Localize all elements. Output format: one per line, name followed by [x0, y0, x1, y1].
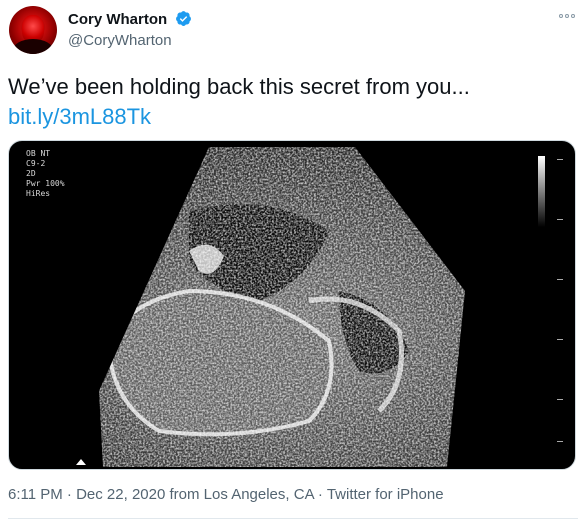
tweet-source[interactable]: Twitter for iPhone — [327, 486, 444, 503]
overlay-line: C9-2 — [26, 159, 46, 168]
ultrasound-overlay-text: OB NT C9-2 2D Pwr 100% HiRes — [26, 149, 65, 199]
avatar-body — [13, 39, 53, 54]
overlay-line: HiRes — [26, 189, 51, 198]
tweet-time[interactable]: 6:11 PM — [8, 486, 63, 503]
more-dot — [571, 14, 575, 18]
more-dot — [559, 14, 563, 18]
depth-tick — [557, 441, 563, 442]
tweet-location[interactable]: from Los Angeles, CA — [170, 486, 314, 503]
overlay-line: OB NT — [26, 149, 51, 158]
tweet-text: We’ve been holding back this secret from… — [8, 74, 470, 99]
overlay-line: 2D — [26, 169, 36, 178]
grayscale-bar — [538, 156, 545, 227]
focus-marker-icon — [76, 459, 86, 465]
author-name[interactable]: Cory Wharton — [68, 11, 167, 28]
depth-tick — [557, 279, 563, 280]
verified-badge-icon — [176, 11, 191, 26]
tweet-date[interactable]: Dec 22, 2020 — [76, 486, 165, 503]
overlay-line: Pwr 100% — [26, 179, 65, 188]
tweet-media-ultrasound[interactable]: OB NT C9-2 2D Pwr 100% HiRes — [8, 140, 576, 470]
avatar[interactable] — [9, 6, 57, 54]
depth-tick — [557, 219, 563, 220]
tweet-meta: 6:11 PM · Dec 22, 2020 from Los Angeles,… — [8, 486, 444, 503]
ultrasound-image — [99, 147, 465, 467]
depth-tick — [557, 399, 563, 400]
meta-separator: · — [66, 486, 72, 503]
depth-tick — [557, 339, 563, 340]
meta-separator: · — [317, 486, 323, 503]
more-dot — [565, 14, 569, 18]
tweet-link[interactable]: bit.ly/3mL88Tk — [8, 102, 151, 132]
divider — [8, 518, 578, 519]
more-options-icon[interactable] — [556, 6, 578, 26]
author-handle[interactable]: @CoryWharton — [68, 32, 172, 49]
depth-tick — [557, 159, 563, 160]
